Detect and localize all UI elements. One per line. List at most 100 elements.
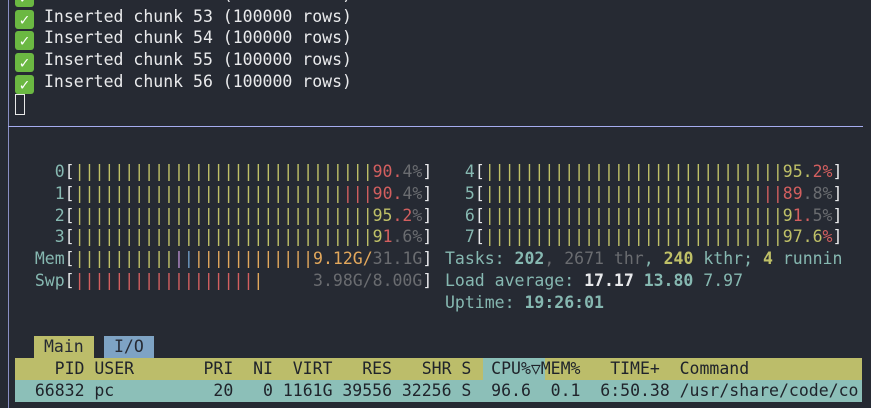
terminal-line-text: Inserted chunk 55 (100000 rows) xyxy=(44,50,352,70)
tasks-text: 202 xyxy=(514,249,545,269)
terminal-line: ✓ Inserted chunk 54 (100000 rows) xyxy=(15,27,352,51)
terminal-cursor xyxy=(15,94,25,115)
meter-bracket: ] xyxy=(832,162,843,181)
cell-ni: 0 xyxy=(263,381,273,400)
terminal-line-text: Inserted chunk 52 (100000 rows) xyxy=(44,0,352,4)
cell-virt: 1161G xyxy=(282,381,333,400)
meter-value: 1. xyxy=(792,205,813,225)
meter-bracket: ] xyxy=(422,271,433,290)
column-header-res[interactable]: RES xyxy=(362,358,392,380)
tasks-text: 4 xyxy=(762,249,773,269)
column-header-command[interactable]: Command xyxy=(680,358,750,380)
column-header-state[interactable]: S xyxy=(461,358,471,380)
meter-bar: || xyxy=(762,183,783,203)
meter-label: 0 xyxy=(15,162,65,181)
meter-bar: | xyxy=(183,249,194,269)
tasks-text: runnin xyxy=(772,249,843,269)
meter-bracket: ] xyxy=(832,205,843,225)
meter-bracket: ] xyxy=(422,249,433,269)
meter-value: 9 xyxy=(782,205,793,225)
cell-pri: 20 xyxy=(213,381,234,400)
meter-label: 3 xyxy=(15,227,65,247)
cell-mem: 0.1 xyxy=(550,381,581,400)
meter-bracket: [ xyxy=(64,249,75,269)
load-text: 17.17 xyxy=(584,271,634,290)
meter-bar: |||||||||||||||||||||||||||| xyxy=(484,183,763,203)
meter-label: 1 xyxy=(15,183,65,203)
meter-bar xyxy=(263,271,313,290)
meter-5: 5[||||||||||||||||||||||||||||||89.8%] xyxy=(445,183,843,205)
terminal-line: ✓ Inserted chunk 55 (100000 rows) xyxy=(15,49,352,73)
meter-bracket: [ xyxy=(474,183,485,203)
meter-bar: |||||||||||||||||||||||||||||| xyxy=(74,162,373,181)
meter-value: 9 xyxy=(372,227,383,247)
uptime-text: Uptime: xyxy=(445,292,525,312)
column-header-pid[interactable]: PID xyxy=(55,358,85,380)
meter-label: Mem xyxy=(15,249,65,269)
column-header-sort-indicator[interactable]: ▽ xyxy=(531,358,541,380)
meter-bar: |||||||||| xyxy=(74,249,174,269)
column-header-virt[interactable]: VIRT xyxy=(293,358,333,380)
column-header-mem[interactable]: MEM% xyxy=(541,358,581,380)
terminal-line-text: Inserted chunk 54 (100000 rows) xyxy=(44,28,352,48)
meter-bracket: [ xyxy=(64,227,75,247)
uptime-text: 19:26:01 xyxy=(524,292,604,312)
cell-cpu: 96.6 xyxy=(491,381,531,400)
cell-shr: 32256 xyxy=(401,381,452,400)
meter-bracket: [ xyxy=(64,205,75,225)
column-header-user[interactable]: USER xyxy=(94,358,134,380)
meter-label: 2 xyxy=(15,205,65,225)
terminal-line: ✓ Inserted chunk 53 (100000 rows) xyxy=(15,6,352,29)
meter-bracket: [ xyxy=(474,227,485,247)
meter-3: 3[||||||||||||||||||||||||||||||91.6%] xyxy=(15,226,433,248)
meter-bracket: [ xyxy=(474,162,485,181)
tasks-text: , xyxy=(544,249,565,269)
column-header-cpu[interactable]: CPU% xyxy=(491,358,531,380)
meter-label: 4 xyxy=(445,162,475,181)
meter-value: 90. xyxy=(372,183,403,203)
meter-value: 5% xyxy=(812,205,833,225)
tasks-text: Tasks: xyxy=(445,249,515,269)
pane-divider[interactable] xyxy=(8,126,863,127)
load-text: Load average: xyxy=(445,271,585,290)
meter-value: % xyxy=(412,205,423,225)
meter-value: 4% xyxy=(402,183,423,203)
load-text: 7.97 xyxy=(693,271,744,290)
meter-value: 9.12G/ xyxy=(313,249,373,269)
meter-bracket: ] xyxy=(422,227,433,247)
cell-time: 6:50.38 xyxy=(600,381,670,400)
meter-1: 1[||||||||||||||||||||||||||||||90.4%] xyxy=(15,183,433,205)
meter-mem: Mem[||||||||||||||||||||||||9.12G/31.1G] xyxy=(15,248,432,270)
meter-bracket: [ xyxy=(64,162,75,181)
meter-bar: |||||||||||||||||||||||||||||| xyxy=(74,227,373,247)
meter-bracket: [ xyxy=(64,271,75,290)
meter-2: 2[||||||||||||||||||||||||||||||95.2%] xyxy=(15,205,433,227)
tab-io[interactable]: I/O xyxy=(104,336,154,358)
cell-pid: 66832 xyxy=(34,381,85,400)
meter-bracket: ] xyxy=(422,183,433,203)
meter-label: Swp xyxy=(15,271,65,290)
meter-value: 2% xyxy=(812,162,833,181)
meter-bracket: ] xyxy=(422,205,433,225)
column-header-pri[interactable]: PRI xyxy=(203,358,233,380)
meter-value: 90. xyxy=(372,162,403,181)
column-header-time[interactable]: TIME+ xyxy=(610,358,660,380)
meter-bracket: [ xyxy=(474,205,485,225)
meter-bracket: ] xyxy=(832,183,843,203)
meter-swp: Swp[||||||||||||||||||| 3.98G/8.00G] xyxy=(15,270,432,292)
column-header-ni[interactable]: NI xyxy=(253,358,273,380)
info-load: Load average: 17.17 13.80 7.97 xyxy=(445,270,743,292)
terminal-line: ✓ Inserted chunk 56 (100000 rows) xyxy=(15,71,352,94)
info-tasks: Tasks: 202, 2671 thr, 240 kthr; 4 runnin xyxy=(445,248,842,270)
meter-bar: |||||||||||||||||||||||||||||| xyxy=(74,205,373,225)
check-mark-icon: ✓ xyxy=(15,74,34,94)
meter-bar: |||||||||||||||||||||||||||||| xyxy=(484,162,783,181)
meter-label: 6 xyxy=(445,205,475,225)
meter-value: 1 xyxy=(382,227,393,247)
tab-main[interactable]: Main xyxy=(34,336,94,358)
tasks-text: 2671 thr xyxy=(564,249,644,269)
column-header-shr[interactable]: SHR xyxy=(422,358,452,380)
meter-value: 89 xyxy=(782,183,803,203)
meter-bar: |||||||||||||||||||||||||||||| xyxy=(484,205,783,225)
terminal-line-text: Inserted chunk 56 (100000 rows) xyxy=(44,71,352,91)
